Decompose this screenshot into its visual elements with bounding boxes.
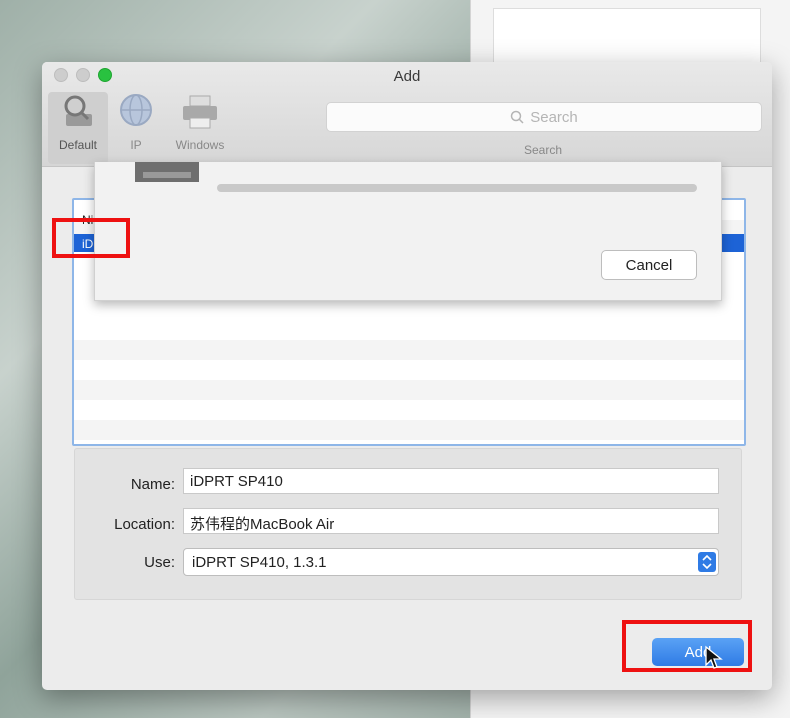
mouse-cursor-icon	[704, 645, 724, 671]
window-title: Add	[393, 68, 421, 85]
name-label: Name:	[130, 476, 175, 493]
search-caption: Search	[523, 143, 563, 157]
highlight-box-printer-row	[52, 218, 130, 258]
cancel-button[interactable]: Cancel	[601, 250, 697, 280]
popup-stepper-icon	[698, 552, 716, 572]
progress-sheet: Cancel	[94, 162, 722, 301]
globe-icon	[116, 92, 156, 132]
tab-ip[interactable]: IP	[114, 92, 158, 152]
printer-icon	[135, 162, 199, 182]
printer-details-form: Name: iDPRT SP410 Location: 苏伟程的MacBook …	[74, 448, 742, 600]
driver-popup-value: iDPRT SP410, 1.3.1	[192, 554, 327, 571]
tab-ip-label: IP	[130, 138, 142, 152]
highlight-box-add-button	[622, 620, 752, 672]
location-field[interactable]: 苏伟程的MacBook Air	[183, 508, 719, 534]
list-row	[74, 380, 744, 400]
search-field[interactable]: Search	[326, 102, 762, 132]
driver-popup[interactable]: iDPRT SP410, 1.3.1	[183, 548, 719, 576]
printer-icon	[180, 92, 220, 132]
use-label: Use:	[144, 554, 175, 571]
background-window-pane	[493, 8, 761, 70]
add-printer-dialog: Add Default IP Windows Search Search Ni …	[42, 62, 772, 690]
list-row	[74, 420, 744, 440]
location-label: Location:	[114, 516, 175, 533]
magnifier-printer-icon	[58, 92, 98, 132]
progress-bar	[217, 184, 697, 192]
tab-windows[interactable]: Windows	[164, 92, 236, 152]
name-field[interactable]: iDPRT SP410	[183, 468, 719, 494]
search-icon	[510, 110, 524, 124]
tab-default-label: Default	[58, 138, 98, 152]
list-row	[74, 340, 744, 360]
tab-windows-label: Windows	[175, 138, 225, 152]
tab-default[interactable]: Default	[48, 92, 108, 164]
search-placeholder: Search	[530, 108, 578, 126]
titlebar: Add Default IP Windows Search Search	[42, 62, 772, 167]
